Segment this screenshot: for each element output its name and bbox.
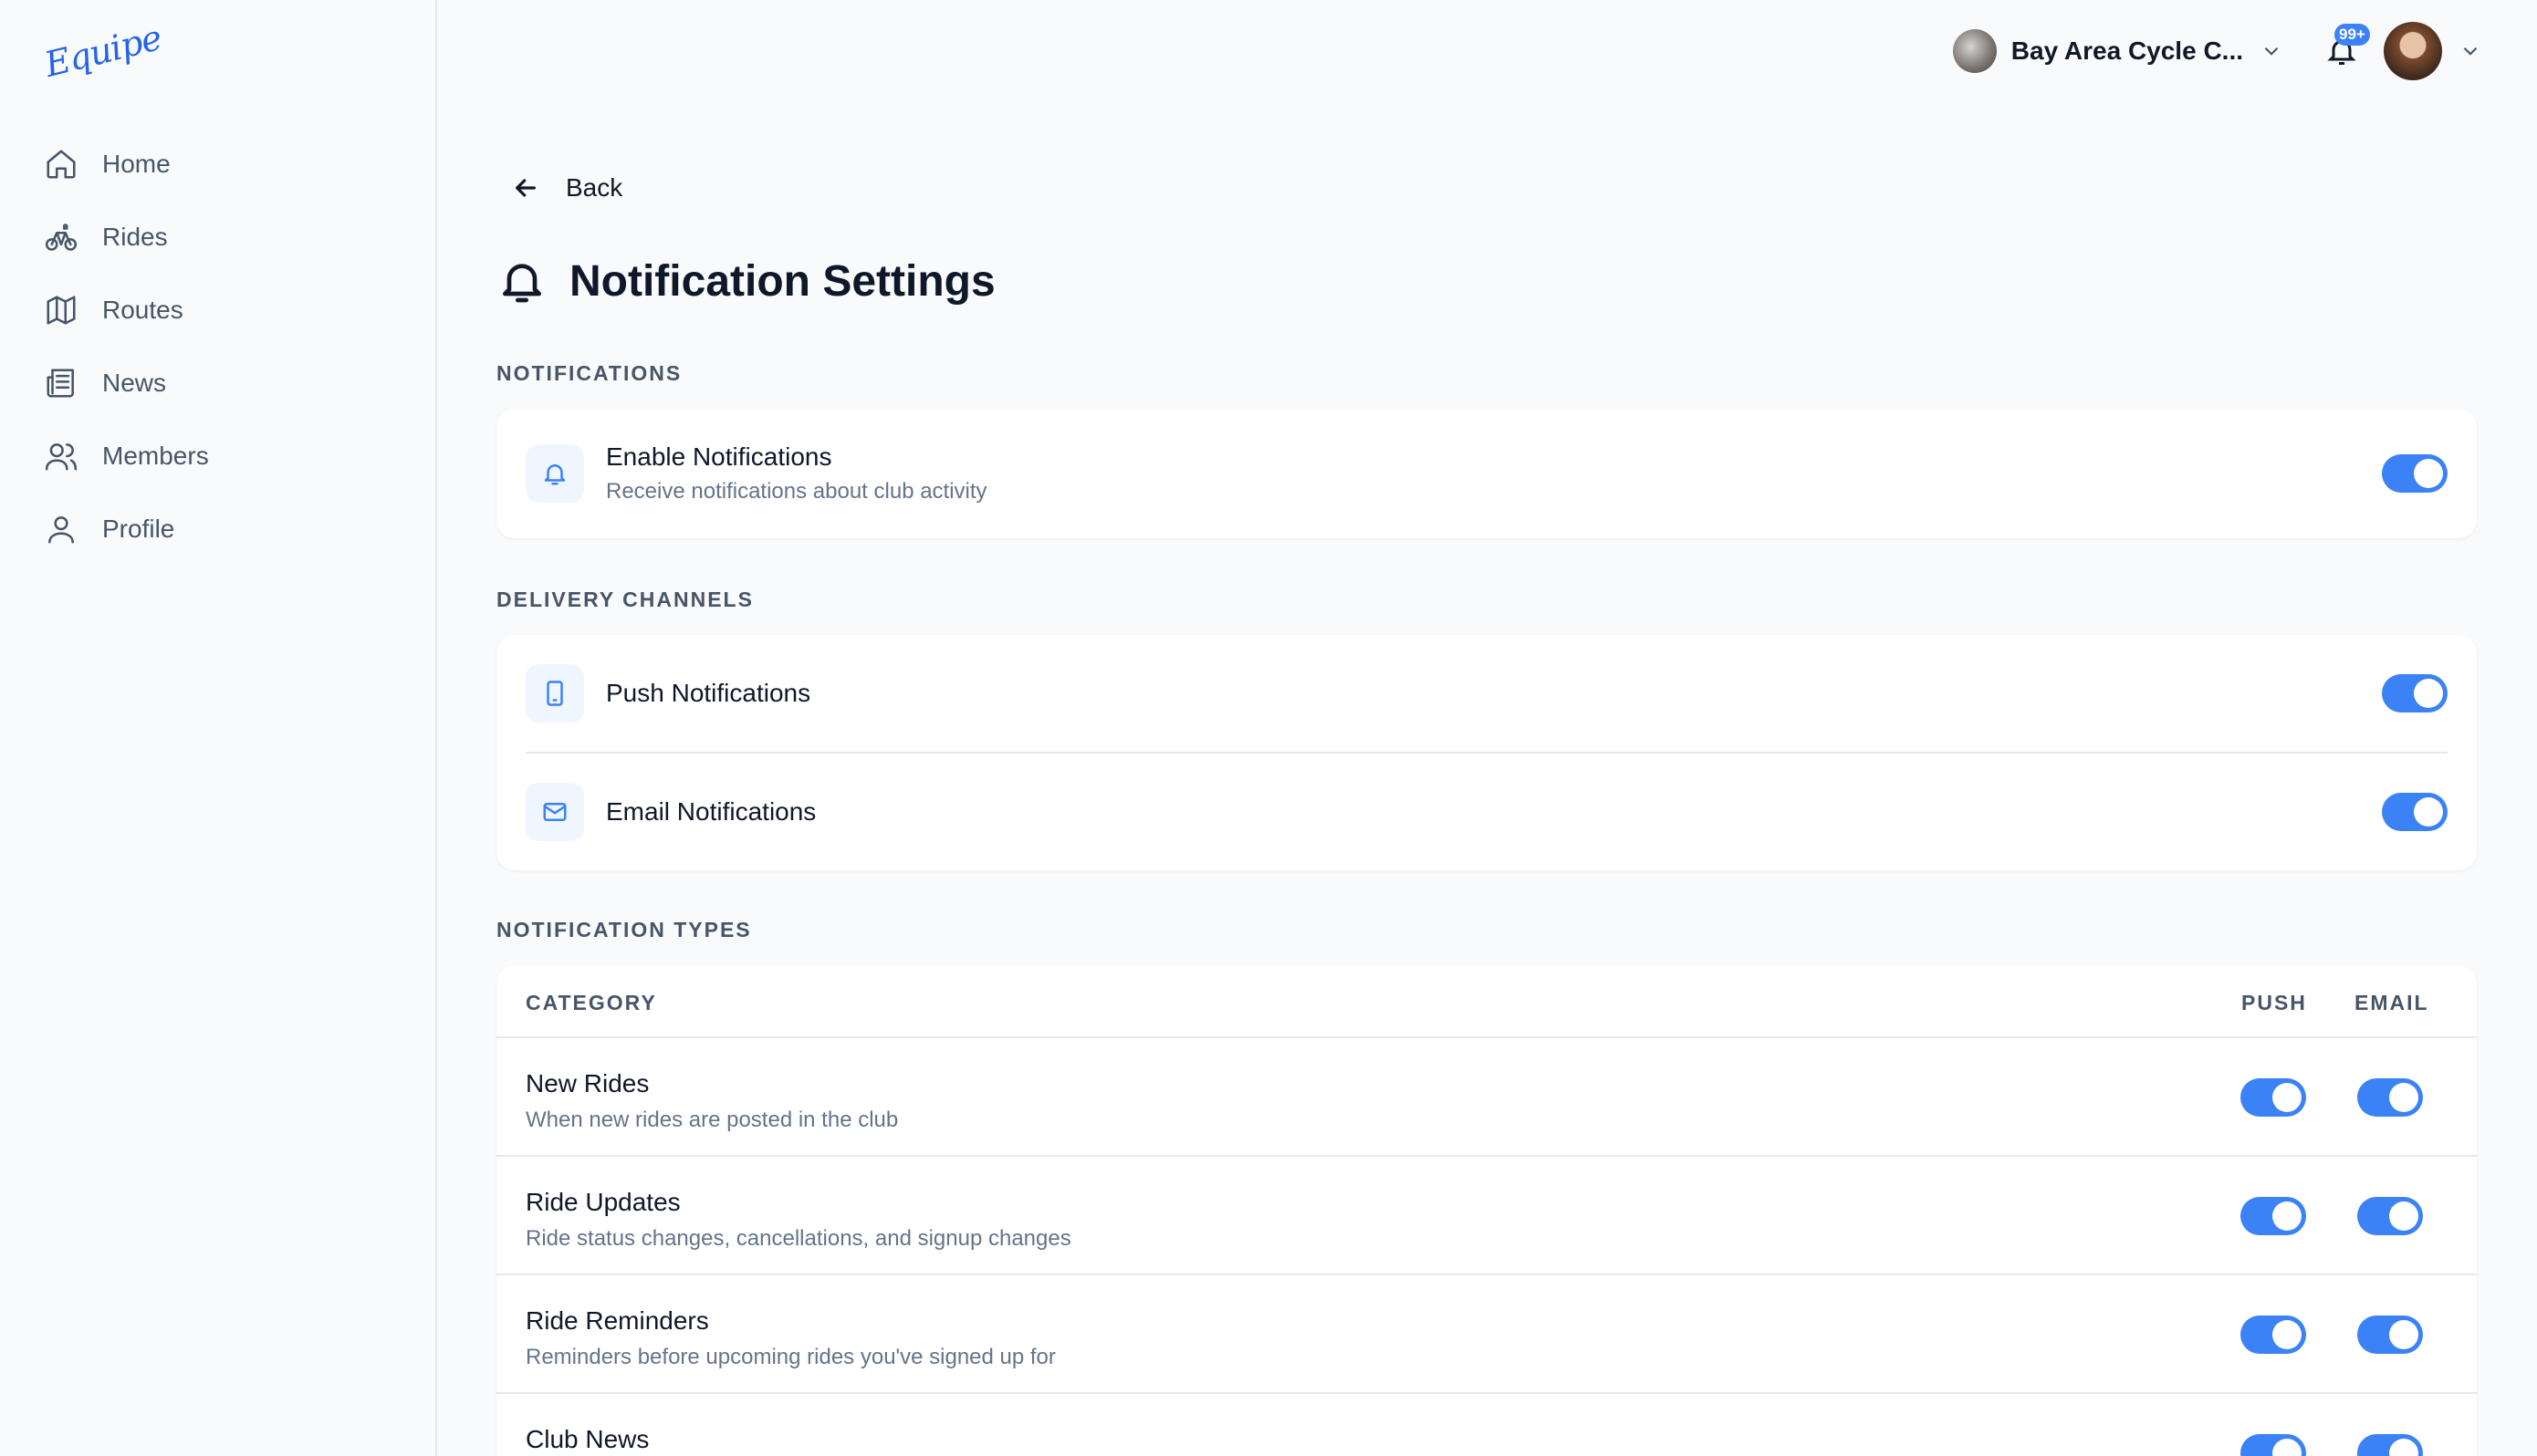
new-rides-email-toggle[interactable] — [2357, 1078, 2423, 1117]
sidebar-item-label: Profile — [102, 515, 175, 543]
notification-count-badge: 99+ — [2334, 24, 2370, 46]
section-label-delivery-channels: DELIVERY CHANNELS — [496, 588, 754, 611]
sidebar-item-news[interactable]: News — [44, 347, 209, 420]
column-header-email: EMAIL — [2354, 991, 2429, 1014]
row-subtitle: Ride status changes, cancellations, and … — [526, 1226, 1071, 1251]
new-rides-push-toggle[interactable] — [2240, 1078, 2306, 1117]
row-text: Email Notifications — [606, 797, 816, 827]
club-news-push-toggle[interactable] — [2240, 1434, 2306, 1456]
push-notifications-toggle[interactable] — [2382, 674, 2448, 712]
row-title: Club News — [526, 1425, 650, 1453]
row-title: New Rides — [526, 1069, 650, 1097]
ride-updates-push-toggle[interactable] — [2240, 1197, 2306, 1235]
users-icon — [45, 443, 78, 471]
back-label: Back — [566, 173, 623, 202]
sidebar-nav: Home Rides Routes News Members Profile — [44, 128, 209, 566]
club-news-email-toggle[interactable] — [2357, 1434, 2423, 1456]
email-notifications-title: Email Notifications — [606, 797, 817, 826]
enable-notifications-card: Enable Notifications Receive notificatio… — [496, 409, 2477, 538]
enable-notifications-subtitle: Receive notifications about club activit… — [606, 479, 987, 504]
back-button[interactable]: Back — [496, 173, 622, 203]
notifications-button[interactable]: 99+ — [2325, 24, 2370, 68]
row-subtitle: When new rides are posted in the club — [526, 1108, 899, 1132]
enable-notifications-title: Enable Notifications — [606, 442, 832, 471]
enable-notifications-row: Enable Notifications Receive notificatio… — [496, 409, 2477, 538]
table-row-club-news: Club News — [496, 1394, 2477, 1456]
bell-icon — [544, 464, 566, 485]
arrow-left-icon — [516, 179, 536, 197]
ride-updates-email-toggle[interactable] — [2357, 1197, 2423, 1235]
user-icon — [48, 516, 74, 544]
section-label-notification-types: NOTIFICATION TYPES — [496, 918, 752, 941]
table-row-ride-reminders: Ride Reminders Reminders before upcoming… — [496, 1275, 2477, 1394]
row-title: Ride Updates — [526, 1188, 681, 1216]
user-avatar[interactable] — [2384, 22, 2442, 80]
ride-reminders-push-toggle[interactable] — [2240, 1316, 2306, 1354]
mail-icon — [543, 803, 567, 821]
icon-box — [526, 664, 584, 723]
sidebar-item-label: News — [102, 369, 167, 397]
top-bar: Bay Area Cycle C... 99+ — [1952, 22, 2482, 80]
row-subtitle: Reminders before upcoming rides you've s… — [526, 1345, 1056, 1369]
row-title: Ride Reminders — [526, 1306, 709, 1335]
bell-icon — [503, 264, 541, 303]
bike-icon — [45, 224, 78, 251]
map-icon — [47, 296, 76, 325]
sidebar-item-label: Home — [102, 150, 171, 178]
email-notifications-row: Email Notifications — [496, 754, 2477, 870]
column-header-category: CATEGORY — [526, 991, 657, 1014]
sidebar-item-rides[interactable]: Rides — [44, 201, 209, 274]
ride-reminders-email-toggle[interactable] — [2357, 1316, 2423, 1354]
notification-types-table: CATEGORY PUSH EMAIL New Rides When new r… — [496, 965, 2477, 1456]
newspaper-icon — [47, 369, 74, 398]
enable-notifications-toggle[interactable] — [2382, 454, 2448, 493]
table-row-ride-updates: Ride Updates Ride status changes, cancel… — [496, 1157, 2477, 1275]
smartphone-icon — [547, 681, 563, 706]
email-notifications-toggle[interactable] — [2382, 793, 2448, 831]
club-switcher-label[interactable]: Bay Area Cycle C... — [2011, 36, 2243, 66]
push-notifications-row: Push Notifications — [496, 635, 2477, 752]
sidebar-item-label: Rides — [102, 223, 168, 251]
row-text: Enable Notifications Receive notificatio… — [606, 442, 987, 504]
section-label-notifications: NOTIFICATIONS — [496, 361, 683, 385]
row-text: Push Notifications — [606, 679, 810, 708]
app-logo[interactable]: Equipe — [41, 17, 165, 85]
club-avatar[interactable] — [1952, 29, 1997, 73]
icon-box — [526, 444, 584, 503]
sidebar-item-members[interactable]: Members — [44, 420, 209, 493]
sidebar-item-profile[interactable]: Profile — [44, 493, 209, 566]
chevron-down-icon[interactable] — [2459, 39, 2482, 63]
page-title-text: Notification Settings — [569, 256, 996, 306]
chevron-down-icon[interactable] — [2260, 39, 2283, 63]
table-row-new-rides: New Rides When new rides are posted in t… — [496, 1038, 2477, 1157]
table-header: CATEGORY PUSH EMAIL — [496, 965, 2477, 1038]
delivery-channels-card: Push Notifications Email Notifications — [496, 635, 2477, 870]
column-header-push: PUSH — [2241, 991, 2307, 1014]
page-title: Notification Settings — [496, 255, 996, 307]
sidebar-item-label: Routes — [102, 296, 183, 324]
icon-box — [526, 783, 584, 841]
sidebar-item-label: Members — [102, 442, 209, 470]
sidebar-item-routes[interactable]: Routes — [44, 274, 209, 347]
home-icon — [47, 150, 76, 179]
push-notifications-title: Push Notifications — [606, 679, 811, 707]
sidebar: Equipe Home Rides Routes News Members Pr… — [0, 0, 437, 1456]
sidebar-item-home[interactable]: Home — [44, 128, 209, 201]
